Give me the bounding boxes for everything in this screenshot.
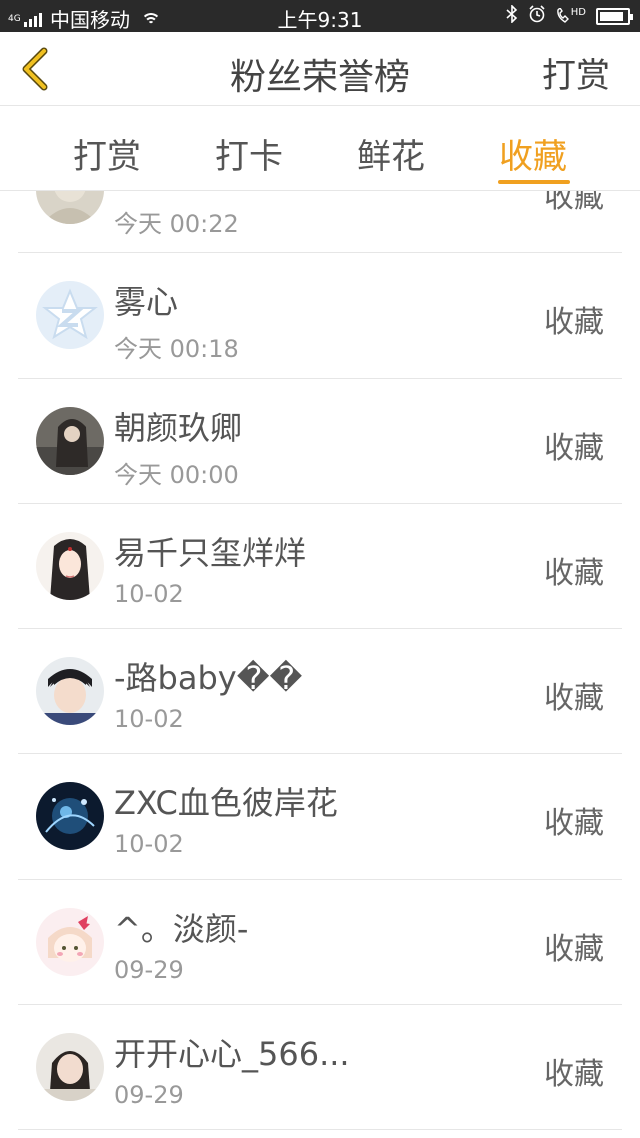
list-item[interactable]: 开开心心_566... 09-29 收藏 <box>18 1005 622 1131</box>
avatar <box>36 281 104 350</box>
user-time: 今天 00:22 <box>114 210 239 238</box>
avatar <box>36 531 104 600</box>
tab-reward[interactable]: 打赏 <box>72 129 142 178</box>
tab-favorites[interactable]: 收藏 <box>498 129 568 178</box>
avatar <box>36 406 104 475</box>
hd-label: HD <box>570 7 586 18</box>
list-item[interactable]: 易千只玺烊烊 10-02 收藏 <box>18 504 622 630</box>
list-item[interactable]: -路baby�� 10-02 收藏 <box>18 629 622 755</box>
favorite-label: 收藏 <box>544 430 604 466</box>
favorite-label: 收藏 <box>544 681 604 717</box>
user-name: 朝颜玖卿 <box>114 408 243 447</box>
user-time: 09-29 <box>114 1081 184 1110</box>
bluetooth-icon <box>506 4 518 27</box>
active-tab-indicator <box>498 180 570 184</box>
list-item[interactable]: ZXC血色彼岸花 10-02 收藏 <box>18 754 622 880</box>
list-item[interactable]: 朝颜玖卿 今天 00:00 收藏 <box>18 379 622 504</box>
tab-flowers[interactable]: 鲜花 <box>356 129 426 178</box>
user-name: 雾心 <box>114 283 179 322</box>
favorite-label: 收藏 <box>544 191 604 215</box>
tab-checkin[interactable]: 打卡 <box>214 129 284 178</box>
user-time: 今天 00:18 <box>114 335 239 364</box>
battery-level-fill <box>600 11 623 21</box>
favorite-label: 收藏 <box>544 806 604 842</box>
list-item[interactable]: 今天 00:22 收藏 <box>18 191 622 254</box>
favorite-label: 收藏 <box>544 555 604 591</box>
user-time: 10-02 <box>114 705 184 734</box>
avatar <box>36 907 104 976</box>
list-item[interactable]: ^。淡颜- 09-29 收藏 <box>18 880 622 1006</box>
user-name: 开开心心_566... <box>114 1035 350 1074</box>
list-item[interactable]: 雾心 今天 00:18 收藏 <box>18 253 622 379</box>
user-name: 易千只玺烊烊 <box>114 533 307 572</box>
avatar <box>36 657 104 726</box>
favorite-label: 收藏 <box>544 305 604 341</box>
fan-list[interactable]: 今天 00:22 收藏 雾心 今天 00:18 收藏 朝颜玖卿 今天 00:00… <box>0 191 640 1138</box>
reward-button[interactable]: 打赏 <box>542 48 610 97</box>
status-bar: 4G 中国移动 上午9:31 HD <box>0 0 640 32</box>
user-name: ^。淡颜- <box>114 909 249 948</box>
tab-bar: 打赏 打卡 鲜花 收藏 <box>0 107 640 191</box>
favorite-label: 收藏 <box>544 931 604 967</box>
battery-icon <box>596 7 633 25</box>
app-header: 粉丝荣誉榜 打赏 <box>0 32 640 106</box>
user-time: 今天 00:00 <box>114 460 239 489</box>
user-time: 10-02 <box>114 830 184 859</box>
qq-default-icon <box>36 281 104 350</box>
alarm-icon <box>528 5 546 27</box>
hd-call-icon: HD <box>556 8 586 24</box>
user-time: 09-29 <box>114 955 184 984</box>
user-time: 10-02 <box>114 579 184 608</box>
favorite-label: 收藏 <box>544 1057 604 1093</box>
user-name: ZXC血色彼岸花 <box>114 784 338 823</box>
avatar <box>36 1033 104 1102</box>
avatar <box>36 782 104 851</box>
avatar <box>36 191 104 224</box>
user-name: -路baby�� <box>114 659 303 698</box>
